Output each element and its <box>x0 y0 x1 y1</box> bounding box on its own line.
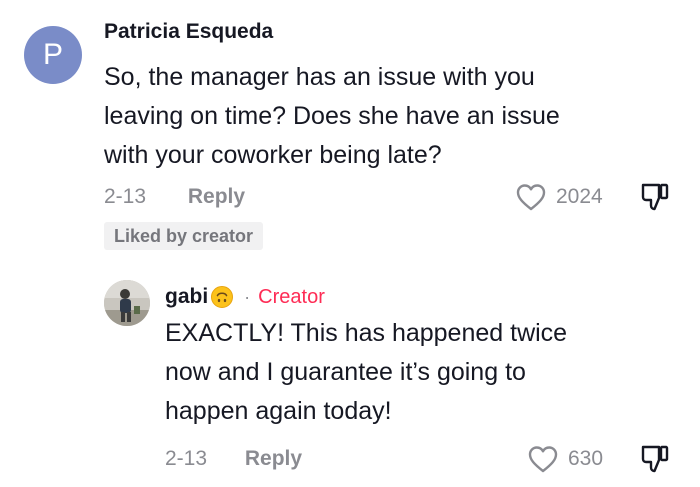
reply-button[interactable]: Reply <box>245 444 302 474</box>
upside-down-face-emoji-icon <box>211 286 234 308</box>
reply-author-row: gabi · Creator <box>165 282 325 312</box>
comment-author[interactable]: Patricia Esqueda <box>104 20 273 44</box>
separator-dot: · <box>244 286 251 307</box>
avatar[interactable]: P <box>24 26 82 84</box>
reply-avatar[interactable] <box>104 280 150 326</box>
comment-text-line: with your coworker being late? <box>104 141 442 169</box>
thumbs-down-outline-icon[interactable] <box>640 444 670 474</box>
comment-text-line: leaving on time? Does she have an issue <box>104 102 560 130</box>
comment-text: So, the manager has an issue with you le… <box>104 58 664 175</box>
avatar-letter: P <box>42 38 63 71</box>
heart-outline-icon[interactable] <box>528 445 558 473</box>
reply-meta: 2-13 Reply <box>165 444 302 474</box>
creator-label: Creator <box>258 285 325 308</box>
like-count: 2024 <box>556 185 603 208</box>
reply-text-line: EXACTLY! This has happened twice <box>165 319 568 347</box>
reply-author[interactable]: gabi <box>165 285 208 309</box>
comment-date: 2-13 <box>104 185 147 208</box>
reply-text: EXACTLY! This has happened twice now and… <box>165 314 665 431</box>
comment-meta: 2-13 Reply <box>104 182 245 212</box>
liked-by-creator-badge: Liked by creator <box>104 222 264 250</box>
like-count: 630 <box>568 447 604 470</box>
avatar-photo <box>104 280 150 326</box>
comment-text-line: So, the manager has an issue with you <box>104 63 535 91</box>
heart-outline-icon[interactable] <box>516 183 546 211</box>
reply-text-line: now and I guarantee it’s going to <box>165 358 526 386</box>
reply-text-line: happen again today! <box>165 397 392 425</box>
thumbs-down-outline-icon[interactable] <box>640 182 670 212</box>
like-group: 2024 <box>516 182 603 212</box>
reply-date: 2-13 <box>165 447 208 470</box>
reply-like-group: 630 <box>528 444 603 474</box>
reply-button[interactable]: Reply <box>188 182 245 212</box>
